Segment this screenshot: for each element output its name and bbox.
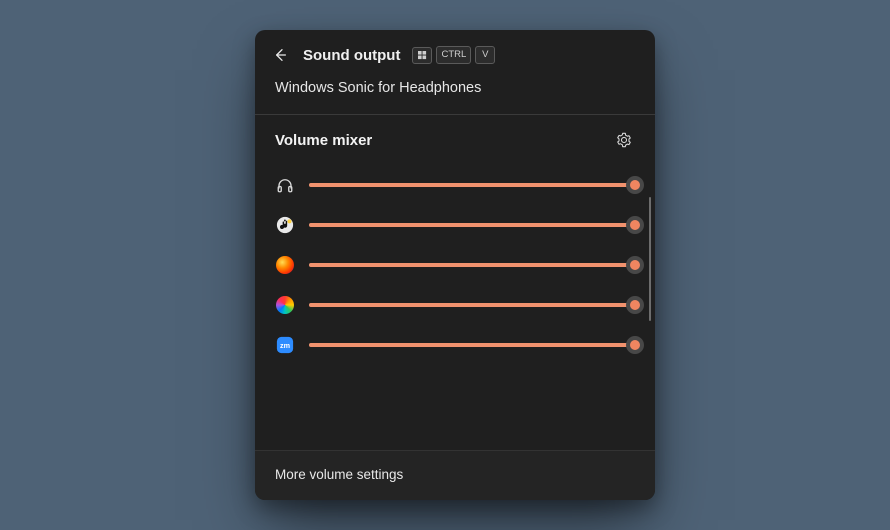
mixer-settings-button[interactable]	[613, 129, 635, 151]
mixer-row-system	[275, 165, 641, 205]
volume-mixer-list: zm	[255, 161, 655, 383]
v-key: V	[475, 46, 495, 64]
firefox-icon	[275, 255, 295, 275]
volume-slider-zoom[interactable]	[309, 335, 635, 355]
volume-slider-photos[interactable]	[309, 295, 635, 315]
back-button[interactable]	[269, 44, 291, 66]
volume-slider-foobar[interactable]	[309, 215, 635, 235]
scrollbar[interactable]	[649, 197, 651, 321]
more-volume-settings-link[interactable]: More volume settings	[255, 451, 655, 500]
zoom-icon: zm	[275, 335, 295, 355]
mixer-header: Volume mixer	[255, 115, 655, 161]
panel-title: Sound output	[303, 47, 400, 64]
mixer-row-firefox	[275, 245, 641, 285]
foobar-icon	[275, 215, 295, 235]
svg-text:zm: zm	[280, 341, 290, 350]
ctrl-key: CTRL	[436, 46, 471, 64]
volume-slider-firefox[interactable]	[309, 255, 635, 275]
mixer-row-photos	[275, 285, 641, 325]
sound-output-panel: Sound output CTRL V Windows Sonic for He…	[255, 30, 655, 500]
win-key-icon	[412, 47, 432, 64]
arrow-left-icon	[272, 47, 288, 63]
keyboard-shortcut: CTRL V	[412, 46, 495, 64]
panel-header: Sound output CTRL V	[255, 30, 655, 72]
rainbow-circle-icon	[275, 295, 295, 315]
mixer-title: Volume mixer	[275, 132, 372, 149]
headphones-icon	[275, 175, 295, 195]
volume-slider-system[interactable]	[309, 175, 635, 195]
mixer-row-foobar	[275, 205, 641, 245]
output-device-label[interactable]: Windows Sonic for Headphones	[255, 72, 655, 114]
panel-footer: More volume settings	[255, 450, 655, 500]
gear-icon	[616, 132, 632, 148]
mixer-row-zoom: zm	[275, 325, 641, 365]
